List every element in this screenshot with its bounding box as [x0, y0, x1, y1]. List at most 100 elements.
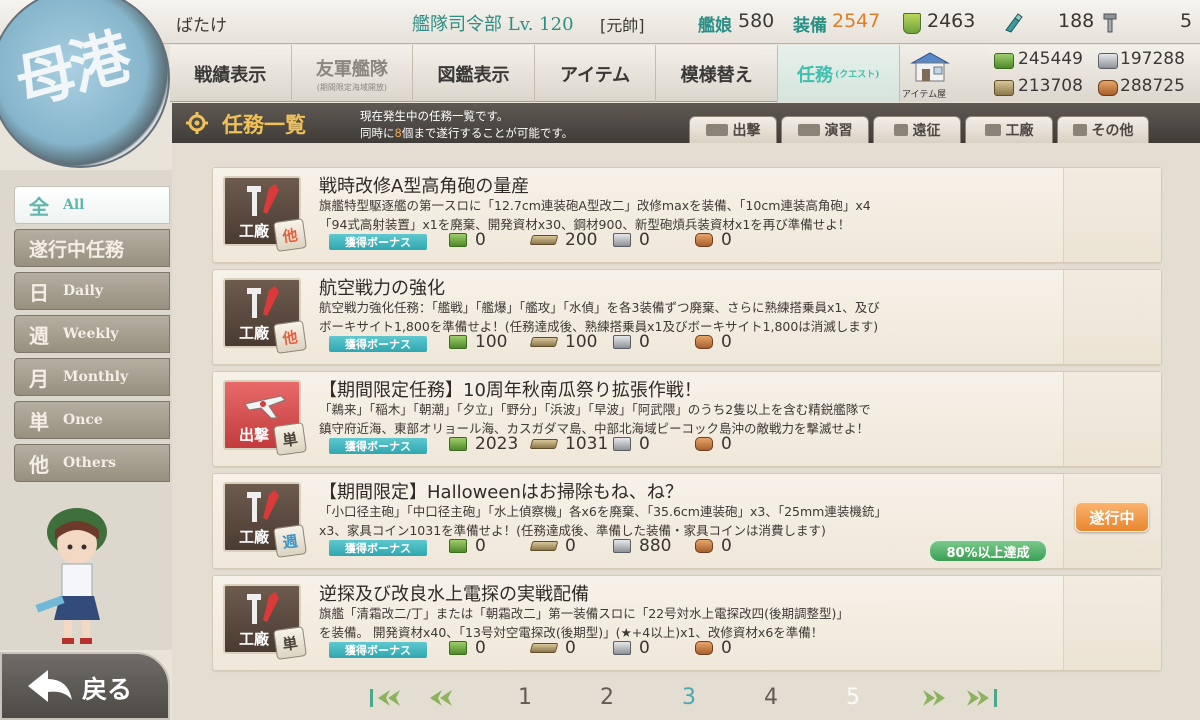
quest-item[interactable]: 工廠 週 【期間限定】Halloweenはお掃除もね、ね？ 「小口径主砲」「中口…	[212, 473, 1162, 569]
reward-ammo: 200	[529, 230, 597, 250]
quest-item[interactable]: 出撃 単 【期間限定任務】10周年秋南瓜祭り拡張作戦！ 「鵜来」「稲木」「朝潮」…	[212, 371, 1162, 467]
filter-weekly[interactable]: 週 Weekly	[14, 315, 170, 353]
home-port-emblem[interactable]: 母港	[0, 0, 170, 168]
quest-type-badge: 単	[273, 422, 307, 456]
tab-expedition-label: 遠征	[912, 123, 941, 139]
quest-description: 「鵜来」「稲木」「朝潮」「夕立」「野分」「浜波」「早波」「阿武隈」のうち2隻以上…	[319, 400, 1059, 438]
reward-bauxite-amount: 0	[721, 230, 732, 250]
ammo-icon	[529, 235, 559, 245]
page-4-link[interactable]: 4	[764, 685, 778, 710]
nav-encyclopedia-label: 図鑑表示	[437, 64, 510, 86]
quest-status-column	[1063, 372, 1161, 466]
reward-steel-amount: 880	[639, 536, 672, 556]
quest-desc-line-1: 旗艦「清霜改二/丁」または「朝霜改二」第一装備スロに「22号対水上電探改四(後期…	[319, 606, 849, 621]
quest-title: 航空戦力の強化	[319, 278, 445, 299]
quest-type-badge: 週	[273, 524, 307, 558]
filter-daily-kanji: 日	[29, 280, 49, 305]
nav-battle-record[interactable]: 戦績表示	[170, 45, 292, 102]
quest-list-desc-1: 現在発生中の任務一覧です。	[360, 109, 509, 123]
steel-icon	[613, 539, 631, 553]
reward-ammo-amount: 0	[565, 536, 576, 556]
resource-panel: 245449 197288 213708 288725	[988, 45, 1200, 102]
quest-type-badge: 単	[273, 626, 307, 660]
nav-items[interactable]: アイテム	[535, 45, 657, 102]
quest-category-label: 工廠	[239, 630, 270, 648]
reward-steel-amount: 0	[639, 434, 650, 454]
filter-daily[interactable]: 日 Daily	[14, 272, 170, 310]
quest-status-column	[1063, 270, 1161, 364]
tab-exercise-label: 演習	[824, 123, 853, 139]
page-3-link[interactable]: 3	[682, 685, 696, 710]
reward-fuel-amount: 0	[475, 230, 486, 250]
quest-item[interactable]: 工廠 単 逆探及び改良水上電探の実戦配備 旗艦「清霜改二/丁」または「朝霜改二」…	[212, 575, 1162, 671]
nav-encyclopedia[interactable]: 図鑑表示	[413, 45, 535, 102]
page-5-link[interactable]: 5	[846, 685, 860, 710]
tab-other[interactable]: その他	[1057, 116, 1149, 143]
back-button[interactable]: 戻る	[0, 652, 170, 720]
quest-list-desc-2-post: 個まで遂行することが可能です。	[401, 126, 574, 140]
nav-furniture[interactable]: 模様替え	[656, 45, 778, 102]
steel-icon	[613, 233, 631, 247]
item-store-button[interactable]: アイテム屋	[900, 45, 988, 102]
hq-rank: [元帥]	[600, 16, 645, 35]
filter-others-kanji: 他	[29, 452, 49, 477]
secretary-ship-chibi	[35, 508, 107, 644]
filter-monthly[interactable]: 月 Monthly	[14, 358, 170, 396]
quest-list: 工廠 他 戦時改修A型高角砲の量産 旗艦特型駆逐艦の第一スロに「12.7cm連装…	[212, 163, 1162, 673]
bonus-label: 獲得ボーナス	[329, 438, 427, 454]
nav-friend-fleet[interactable]: 友軍艦隊 (期間限定海域開放)	[292, 45, 414, 102]
ship-count-label: 艦娘	[698, 16, 732, 36]
filter-once-en: Once	[63, 412, 103, 428]
tab-arsenal[interactable]: 工廠	[965, 116, 1053, 143]
reward-bauxite: 0	[695, 638, 732, 658]
ammo-icon	[994, 80, 1014, 96]
in-progress-badge: 遂行中	[1075, 502, 1149, 532]
bauxite-icon	[695, 233, 713, 247]
prev-page-icon[interactable]	[426, 687, 462, 709]
gear-icon	[186, 112, 208, 134]
tab-expedition[interactable]: 遠征	[873, 116, 961, 143]
next-page-icon[interactable]	[913, 687, 949, 709]
reward-ammo-amount: 100	[565, 332, 598, 352]
steel-icon	[613, 335, 631, 349]
tab-exercise[interactable]: 演習	[781, 116, 869, 143]
bauxite-icon	[695, 641, 713, 655]
quest-description: 旗艦特型駆逐艦の第一スロに「12.7cm連装砲A型改二」改修maxを装備、「10…	[319, 196, 1059, 234]
page-2-link[interactable]: 2	[600, 685, 614, 710]
fuel-icon	[449, 539, 467, 553]
quest-item[interactable]: 工廠 他 航空戦力の強化 航空戦力強化任務：「艦戦」「艦爆」「艦攻」「水偵」を各…	[212, 269, 1162, 365]
reward-bauxite-amount: 0	[721, 638, 732, 658]
nav-friend-fleet-label: 友軍艦隊	[315, 58, 388, 80]
hammer-wrench-icon	[247, 490, 279, 522]
nav-quests[interactable]: 任務 (クエスト)	[777, 45, 900, 102]
reward-fuel: 2023	[449, 434, 518, 454]
filter-others[interactable]: 他 Others	[14, 444, 170, 482]
back-arrow-icon	[28, 670, 72, 702]
last-page-icon[interactable]	[963, 687, 999, 709]
quest-category-label: 出撃	[239, 426, 270, 444]
quest-desc-line-1: 航空戦力強化任務：「艦戦」「艦爆」「艦攻」「水偵」を各3装備ずつ廃棄、さらに熟練…	[319, 300, 880, 315]
filter-others-en: Others	[63, 455, 117, 471]
back-label: 戻る	[82, 675, 133, 704]
fuel-icon	[449, 641, 467, 655]
quest-desc-line-2: を装備。 開発資材x40、「13号対空電探改(後期型)」(★+4以上)x1、改修…	[319, 625, 824, 640]
filter-all[interactable]: 全 All	[14, 186, 170, 224]
hammer-wrench-icon	[247, 286, 279, 318]
quest-item[interactable]: 工廠 他 戦時改修A型高角砲の量産 旗艦特型駆逐艦の第一スロに「12.7cm連装…	[212, 167, 1162, 263]
filter-once[interactable]: 単 Once	[14, 401, 170, 439]
filter-in-progress-label: 遂行中任務	[29, 238, 125, 261]
tab-other-label: その他	[1091, 123, 1134, 139]
quest-desc-line-2: 「94式高射装置」x1を廃棄、開発資材x30、鋼材900、新型砲熕兵装資材x1を…	[319, 217, 851, 232]
page-1-link[interactable]: 1	[518, 685, 532, 710]
steel-amount: 197288	[1120, 49, 1185, 69]
ammo-icon	[529, 541, 559, 551]
quest-category-label: 工廠	[239, 528, 270, 546]
reward-ammo-amount: 0	[565, 638, 576, 658]
quest-desc-line-1: 「鵜来」「稲木」「朝潮」「夕立」「野分」「浜波」「早波」「阿武隈」のうち2隻以上…	[319, 402, 871, 417]
ammo-icon	[529, 337, 559, 347]
tab-sortie[interactable]: 出撃	[689, 116, 777, 143]
first-page-icon[interactable]	[368, 687, 404, 709]
reward-steel-amount: 0	[639, 638, 650, 658]
filter-in-progress[interactable]: 遂行中任務	[14, 229, 170, 267]
reward-steel: 0	[613, 230, 650, 250]
